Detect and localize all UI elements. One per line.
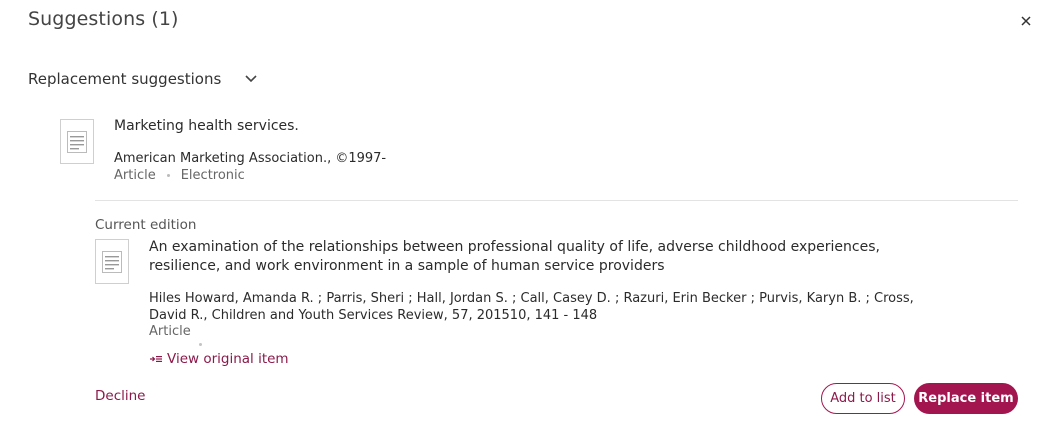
add-to-list-button[interactable]: Add to list	[821, 383, 905, 414]
suggestion-type: Article	[114, 168, 156, 183]
suggestion-publisher: American Marketing Association., ©1997-	[114, 151, 387, 166]
current-edition-title: An examination of the relationships betw…	[149, 239, 880, 274]
current-edition-type: Article	[149, 324, 191, 339]
suggestions-panel: Suggestions (1) Replacement suggestions …	[0, 0, 1040, 435]
view-original-label: View original item	[167, 351, 289, 367]
meta-separator	[199, 343, 202, 346]
document-thumbnail-icon	[102, 250, 122, 273]
close-icon	[1021, 16, 1031, 26]
section-label: Replacement suggestions	[28, 70, 222, 88]
current-edition-thumbnail	[95, 239, 129, 284]
current-edition-label: Current edition	[95, 217, 197, 233]
suggestion-thumbnail	[60, 119, 94, 164]
document-thumbnail-icon	[67, 130, 87, 153]
chevron-down-icon	[245, 75, 257, 83]
meta-separator	[166, 174, 170, 177]
view-original-icon	[149, 354, 163, 364]
close-button[interactable]	[1017, 12, 1035, 30]
divider	[95, 200, 1018, 201]
panel-title: Suggestions (1)	[28, 8, 179, 30]
replacement-suggestions-header: Replacement suggestions	[28, 70, 257, 88]
section-toggle-button[interactable]	[245, 75, 257, 83]
suggestion-meta: Article Electronic	[114, 168, 245, 183]
view-original-link[interactable]: View original item	[149, 351, 289, 367]
decline-button[interactable]: Decline	[95, 388, 146, 404]
suggestion-title[interactable]: Marketing health services.	[114, 118, 299, 134]
current-edition-authors: Hiles Howard, Amanda R. ; Parris, Sheri …	[149, 291, 914, 323]
suggestion-format: Electronic	[180, 168, 245, 183]
replace-item-button[interactable]: Replace item	[914, 383, 1018, 414]
